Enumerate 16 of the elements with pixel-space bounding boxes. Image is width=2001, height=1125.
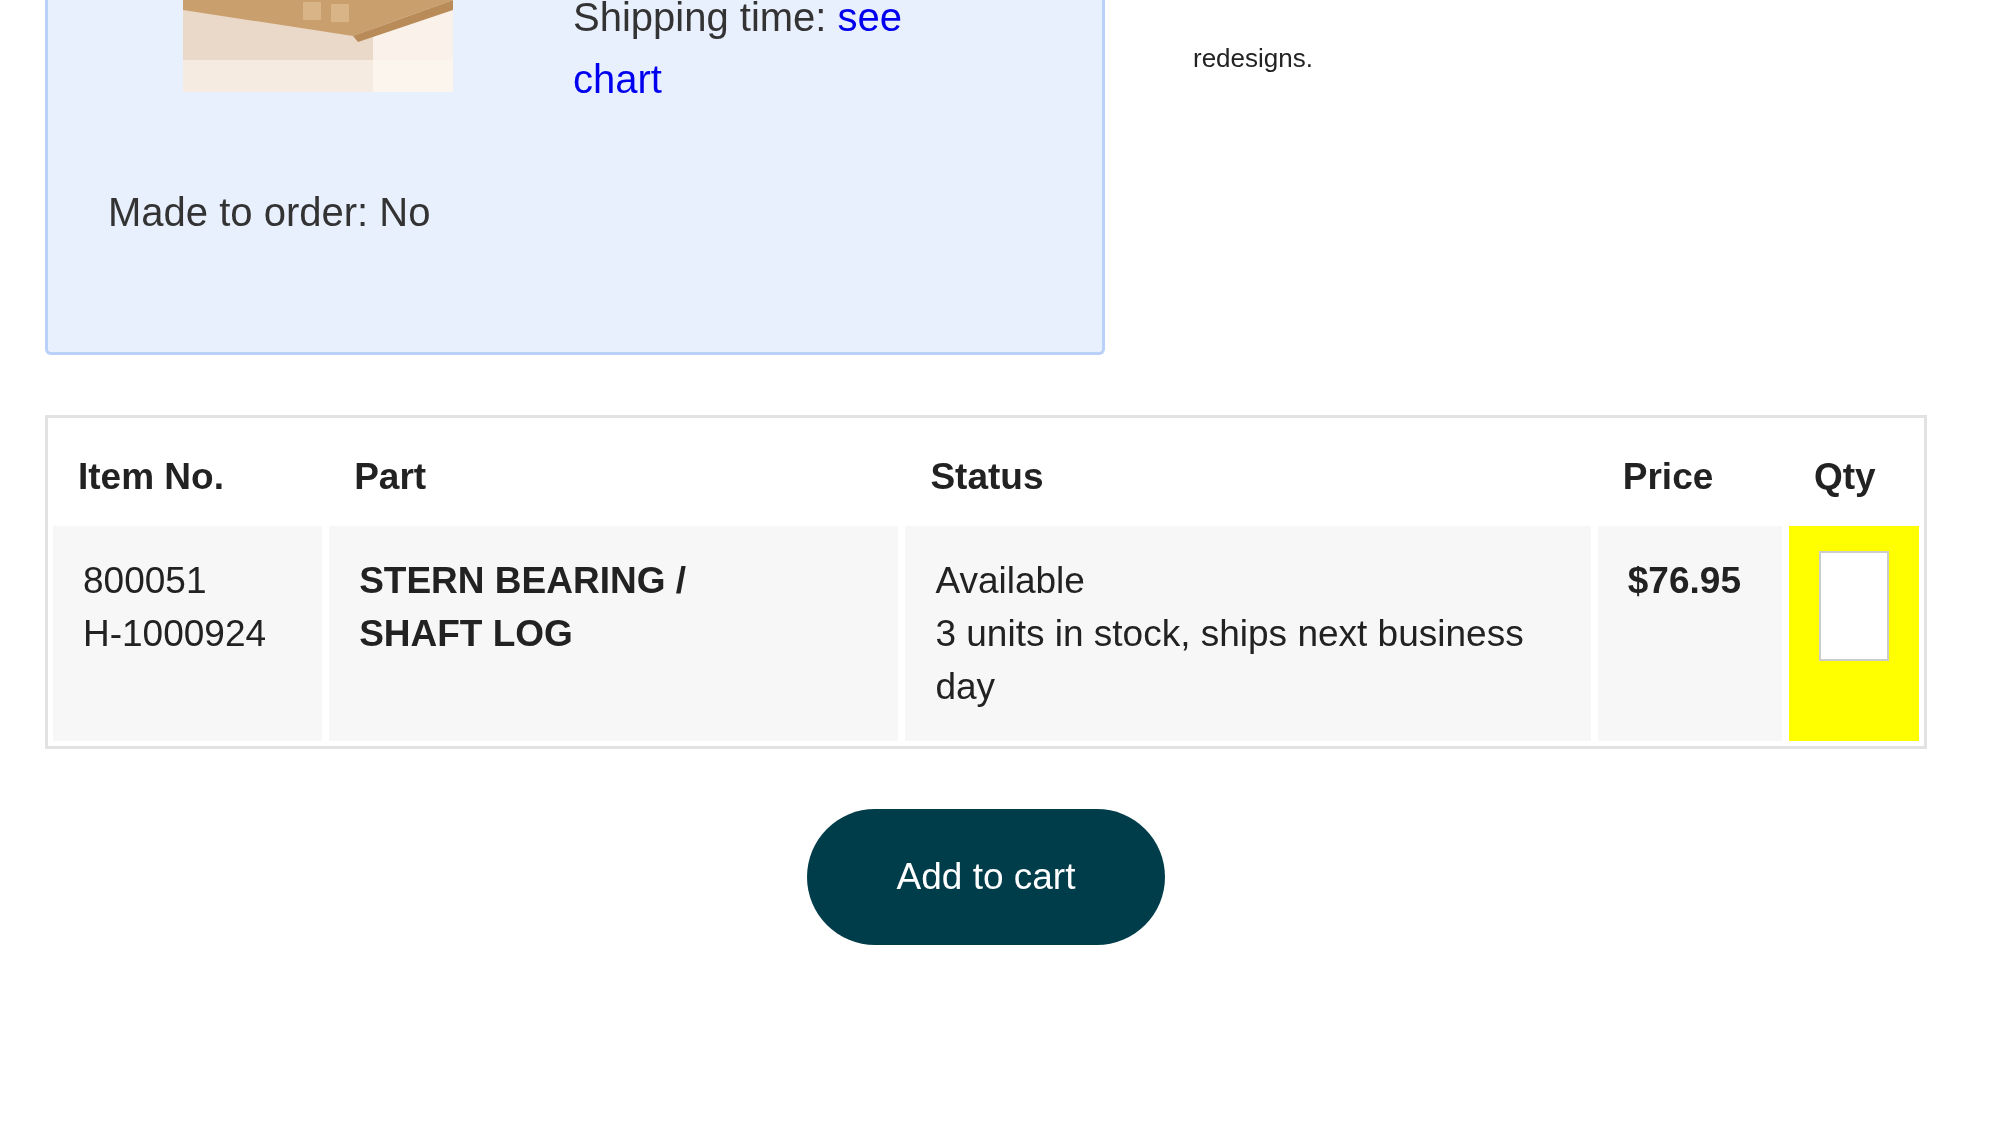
table-cell: 800051 H-1000924 xyxy=(53,526,323,741)
table-cell: Available 3 units in stock, ships next business day xyxy=(905,526,1591,741)
column-header: Status xyxy=(929,455,1045,499)
note-text: redesigns. xyxy=(1193,43,1313,75)
made-to-order-text: Made to order: No xyxy=(108,190,432,235)
add-to-cart-button[interactable]: Add to cart xyxy=(807,809,1165,945)
see-chart-link[interactable]: chart xyxy=(573,57,662,101)
quantity-field[interactable] xyxy=(1818,551,1889,661)
column-header: Item No. xyxy=(77,455,225,499)
table-cell: STERN BEARING / SHAFT LOG xyxy=(329,526,899,741)
column-header: Price xyxy=(1621,455,1715,499)
see-chart-link[interactable]: see xyxy=(837,0,903,39)
table-cell: $76.95 xyxy=(1597,526,1782,741)
column-header: Qty xyxy=(1812,455,1877,499)
shipping-time-text: Shipping time: see chart xyxy=(573,0,904,103)
column-header: Part xyxy=(353,455,428,499)
